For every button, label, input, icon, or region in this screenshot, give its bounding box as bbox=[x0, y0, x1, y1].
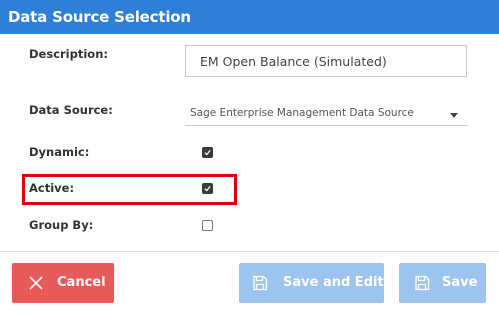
save-and-edit-button[interactable]: Save and Edit bbox=[239, 263, 384, 303]
data-source-select[interactable]: Sage Enterprise Management Data Source bbox=[185, 100, 468, 126]
group-by-label: Group By: bbox=[29, 218, 94, 232]
save-button-label: Save bbox=[442, 275, 478, 290]
caret-down-icon bbox=[450, 113, 458, 118]
save-button[interactable]: Save bbox=[399, 263, 486, 303]
close-icon bbox=[29, 276, 43, 290]
dialog-title: Data Source Selection bbox=[8, 8, 191, 26]
checkmark-icon bbox=[204, 149, 211, 156]
data-source-dialog: Data Source Selection Description: Data … bbox=[0, 0, 499, 311]
cancel-button-label: Cancel bbox=[57, 275, 106, 290]
dynamic-checkbox[interactable] bbox=[202, 147, 213, 158]
description-input[interactable] bbox=[185, 45, 467, 77]
active-highlight-box bbox=[22, 174, 237, 205]
group-by-checkbox[interactable] bbox=[202, 220, 213, 231]
save-icon bbox=[415, 275, 430, 291]
data-source-label: Data Source: bbox=[29, 103, 113, 117]
dialog-titlebar: Data Source Selection bbox=[0, 0, 499, 34]
dynamic-label: Dynamic: bbox=[29, 145, 90, 159]
cancel-button[interactable]: Cancel bbox=[12, 263, 114, 303]
save-icon bbox=[253, 275, 268, 291]
footer-divider bbox=[0, 251, 499, 252]
description-label: Description: bbox=[29, 47, 108, 61]
save-and-edit-button-label: Save and Edit bbox=[283, 275, 384, 290]
data-source-selected-value: Sage Enterprise Management Data Source bbox=[190, 107, 414, 119]
